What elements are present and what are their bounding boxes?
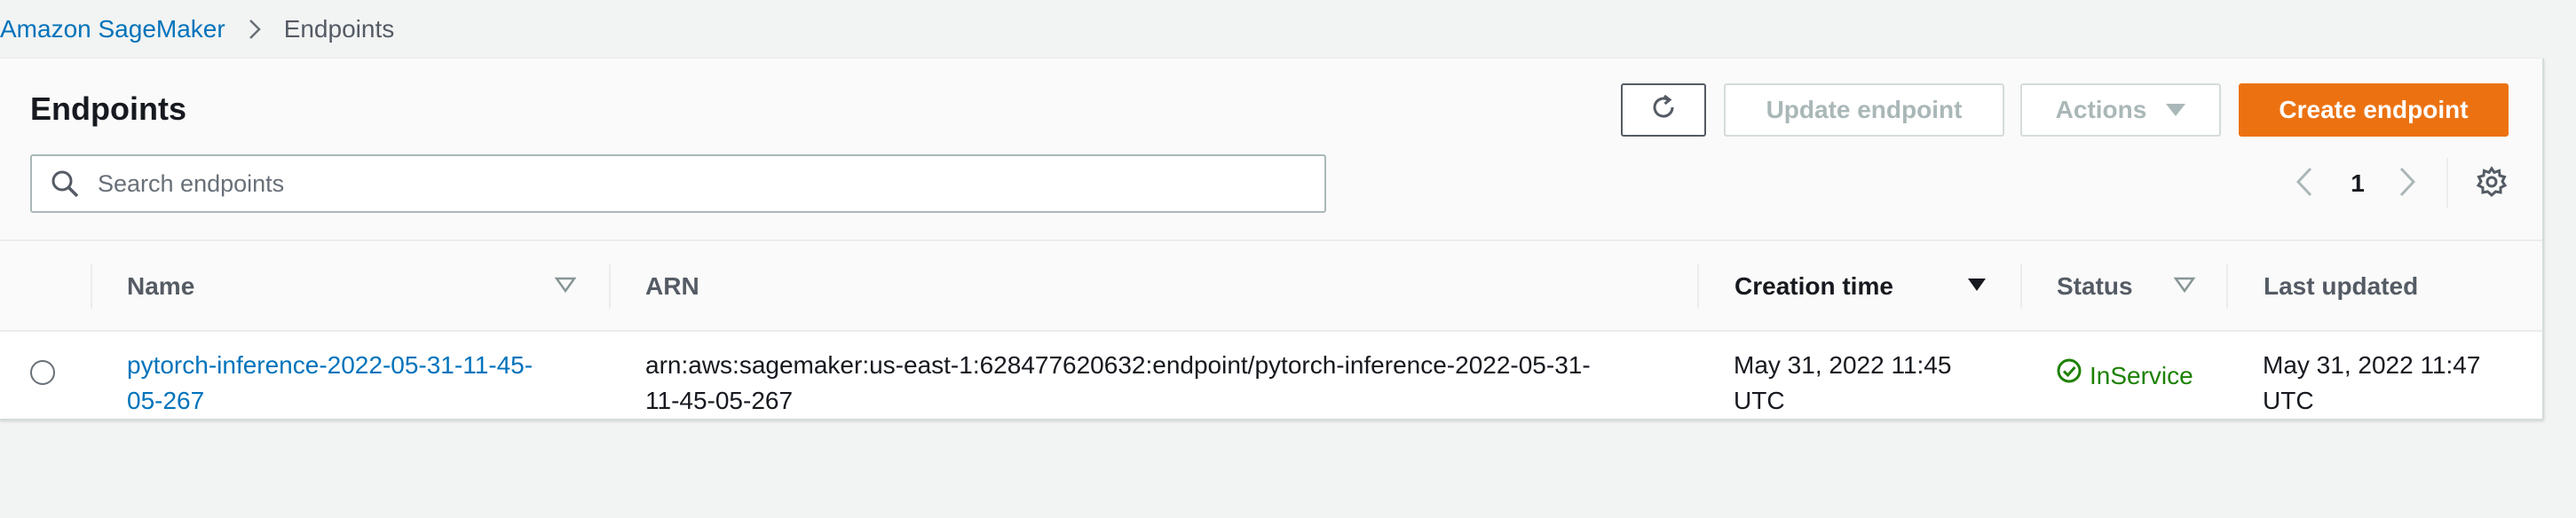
chevron-right-icon bbox=[249, 19, 261, 40]
table-header: Name ARN Creation time Status Last updat… bbox=[0, 241, 2542, 332]
sort-icon[interactable] bbox=[554, 273, 577, 296]
column-header-name[interactable]: Name bbox=[127, 241, 194, 332]
last-updated-line: May 31, 2022 11:47 bbox=[2263, 351, 2481, 379]
actions-dropdown[interactable]: Actions bbox=[2020, 83, 2221, 137]
page-title: Endpoints bbox=[30, 90, 186, 127]
status-text: InService bbox=[2090, 361, 2193, 389]
preferences-button[interactable] bbox=[2469, 161, 2514, 206]
caret-down-icon bbox=[2166, 104, 2186, 116]
create-endpoint-button[interactable]: Create endpoint bbox=[2239, 83, 2509, 137]
column-header-arn[interactable]: ARN bbox=[645, 241, 699, 332]
status-badge: InService bbox=[2056, 357, 2193, 394]
column-header-last-updated[interactable]: Last updated bbox=[2264, 241, 2418, 332]
breadcrumb-current: Endpoints bbox=[283, 15, 395, 43]
check-circle-icon bbox=[2056, 357, 2090, 394]
sort-icon[interactable] bbox=[1965, 273, 1988, 296]
gear-icon bbox=[2476, 165, 2508, 202]
endpoint-arn-line: 11-45-05-267 bbox=[645, 387, 794, 414]
search-input[interactable] bbox=[98, 169, 1324, 198]
update-endpoint-button[interactable]: Update endpoint bbox=[1724, 83, 2004, 137]
row-select-radio[interactable] bbox=[30, 360, 55, 385]
pager-divider bbox=[2446, 158, 2448, 208]
breadcrumb: Amazon SageMaker Endpoints bbox=[0, 0, 394, 59]
next-page-button[interactable] bbox=[2390, 161, 2425, 206]
breadcrumb-sagemaker-link[interactable]: Amazon SageMaker bbox=[0, 15, 225, 43]
sort-icon[interactable] bbox=[2173, 273, 2196, 296]
refresh-icon bbox=[1648, 92, 1679, 129]
endpoints-panel: Endpoints Update endpoint Actions Create… bbox=[0, 59, 2544, 420]
last-updated-line: UTC bbox=[2263, 387, 2314, 414]
actions-label: Actions bbox=[2055, 96, 2147, 123]
page-number-button[interactable]: 1 bbox=[2340, 161, 2375, 206]
table-row[interactable]: pytorch-inference-2022-05-31-11-45- 05-2… bbox=[0, 332, 2542, 419]
endpoint-name-link[interactable]: pytorch-inference-2022-05-31-11-45- 05-2… bbox=[127, 348, 533, 419]
chevron-left-icon bbox=[2295, 167, 2313, 201]
endpoint-name-line[interactable]: pytorch-inference-2022-05-31-11-45- bbox=[127, 351, 533, 379]
column-header-status[interactable]: Status bbox=[2057, 241, 2133, 332]
column-separator bbox=[1697, 264, 1699, 309]
endpoint-arn-line: arn:aws:sagemaker:us-east-1:628477620632… bbox=[645, 351, 1591, 379]
endpoint-name-line[interactable]: 05-267 bbox=[127, 387, 204, 414]
column-header-creation-time[interactable]: Creation time bbox=[1734, 241, 1893, 332]
panel-header: Endpoints Update endpoint Actions Create… bbox=[0, 59, 2542, 241]
column-separator bbox=[2226, 264, 2228, 309]
search-icon bbox=[50, 168, 82, 200]
column-separator bbox=[609, 264, 611, 309]
endpoint-arn: arn:aws:sagemaker:us-east-1:628477620632… bbox=[645, 348, 1591, 419]
search-box bbox=[30, 154, 1326, 213]
creation-time-line: UTC bbox=[1734, 387, 1785, 414]
creation-time: May 31, 2022 11:45 UTC bbox=[1734, 348, 1951, 419]
creation-time-line: May 31, 2022 11:45 bbox=[1734, 351, 1952, 379]
column-separator bbox=[2020, 264, 2022, 309]
column-separator bbox=[91, 264, 92, 309]
chevron-right-icon bbox=[2398, 167, 2416, 201]
refresh-button[interactable] bbox=[1621, 83, 1706, 137]
last-updated: May 31, 2022 11:47 UTC bbox=[2263, 348, 2480, 419]
previous-page-button[interactable] bbox=[2287, 161, 2322, 206]
